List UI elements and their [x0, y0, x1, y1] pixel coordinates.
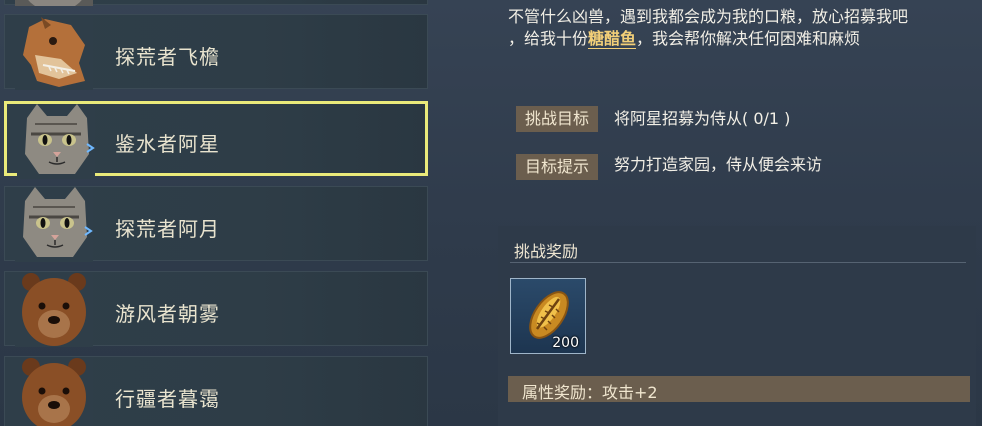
challenge-text: 将阿星招募为侍从( 0/1 ) — [614, 109, 791, 128]
character-card-muai[interactable]: 行疆者暮霭 — [4, 356, 428, 426]
attribute-reward-text: 属性奖励：攻击+2 — [522, 383, 658, 402]
hint-tag: 目标提示 — [516, 154, 598, 180]
cat-portrait-icon — [15, 187, 93, 262]
reward-item-slot[interactable]: 200 — [510, 278, 586, 354]
reward-divider — [510, 262, 966, 263]
hint-text: 努力打造家园，侍从便会来访 — [614, 155, 823, 174]
detail-panel: 不管什么凶兽，遇到我都会成为我的口粮，放心招募我吧 ，给我十份糖醋鱼，我会帮你解… — [496, 0, 982, 426]
description-pre: ，给我十份 — [508, 29, 589, 48]
dragon-portrait-icon — [15, 15, 93, 90]
description-line-1: 不管什么凶兽，遇到我都会成为我的口粮，放心招募我吧 — [508, 7, 909, 26]
description-post: ，我会帮你解决任何困难和麻烦 — [636, 29, 861, 48]
character-name: 游风者朝雾 — [115, 302, 220, 326]
character-name: 探荒者阿月 — [115, 217, 220, 241]
challenge-tag: 挑战目标 — [516, 106, 598, 132]
character-card-feiyan[interactable]: 探荒者飞檐 — [4, 14, 428, 90]
character-name: 探荒者飞檐 — [115, 45, 220, 69]
attribute-reward-bar: 属性奖励：攻击+2 — [508, 376, 970, 402]
character-list: 探荒者飞檐 鉴水者阿星 探荒者阿月 游风者朝雾 行疆者暮霭 — [0, 0, 430, 426]
cat-portrait-icon — [15, 0, 93, 6]
highlight-food: 糖醋鱼 — [588, 29, 637, 49]
character-card-zhaowu[interactable]: 游风者朝雾 — [4, 271, 428, 347]
character-card-axing[interactable]: 鉴水者阿星 — [4, 101, 428, 179]
character-description: 不管什么凶兽，遇到我都会成为我的口粮，放心招募我吧 ，给我十份糖醋鱼，我会帮你解… — [508, 6, 974, 50]
reward-title: 挑战奖励 — [514, 242, 579, 261]
reward-section: 挑战奖励 200 属性奖励：攻击+2 — [498, 226, 976, 426]
description-line-2: ，给我十份糖醋鱼，我会帮你解决任何困难和麻烦 — [508, 28, 974, 50]
cat-portrait-icon — [17, 104, 95, 179]
bear-portrait-icon — [15, 272, 93, 347]
character-card-ayue[interactable]: 探荒者阿月 — [4, 186, 428, 262]
character-name: 行疆者暮霭 — [115, 387, 220, 411]
item-count: 200 — [552, 335, 579, 351]
bear-portrait-icon — [15, 357, 93, 426]
character-card-partial[interactable] — [4, 0, 428, 6]
character-name: 鉴水者阿星 — [115, 132, 220, 156]
